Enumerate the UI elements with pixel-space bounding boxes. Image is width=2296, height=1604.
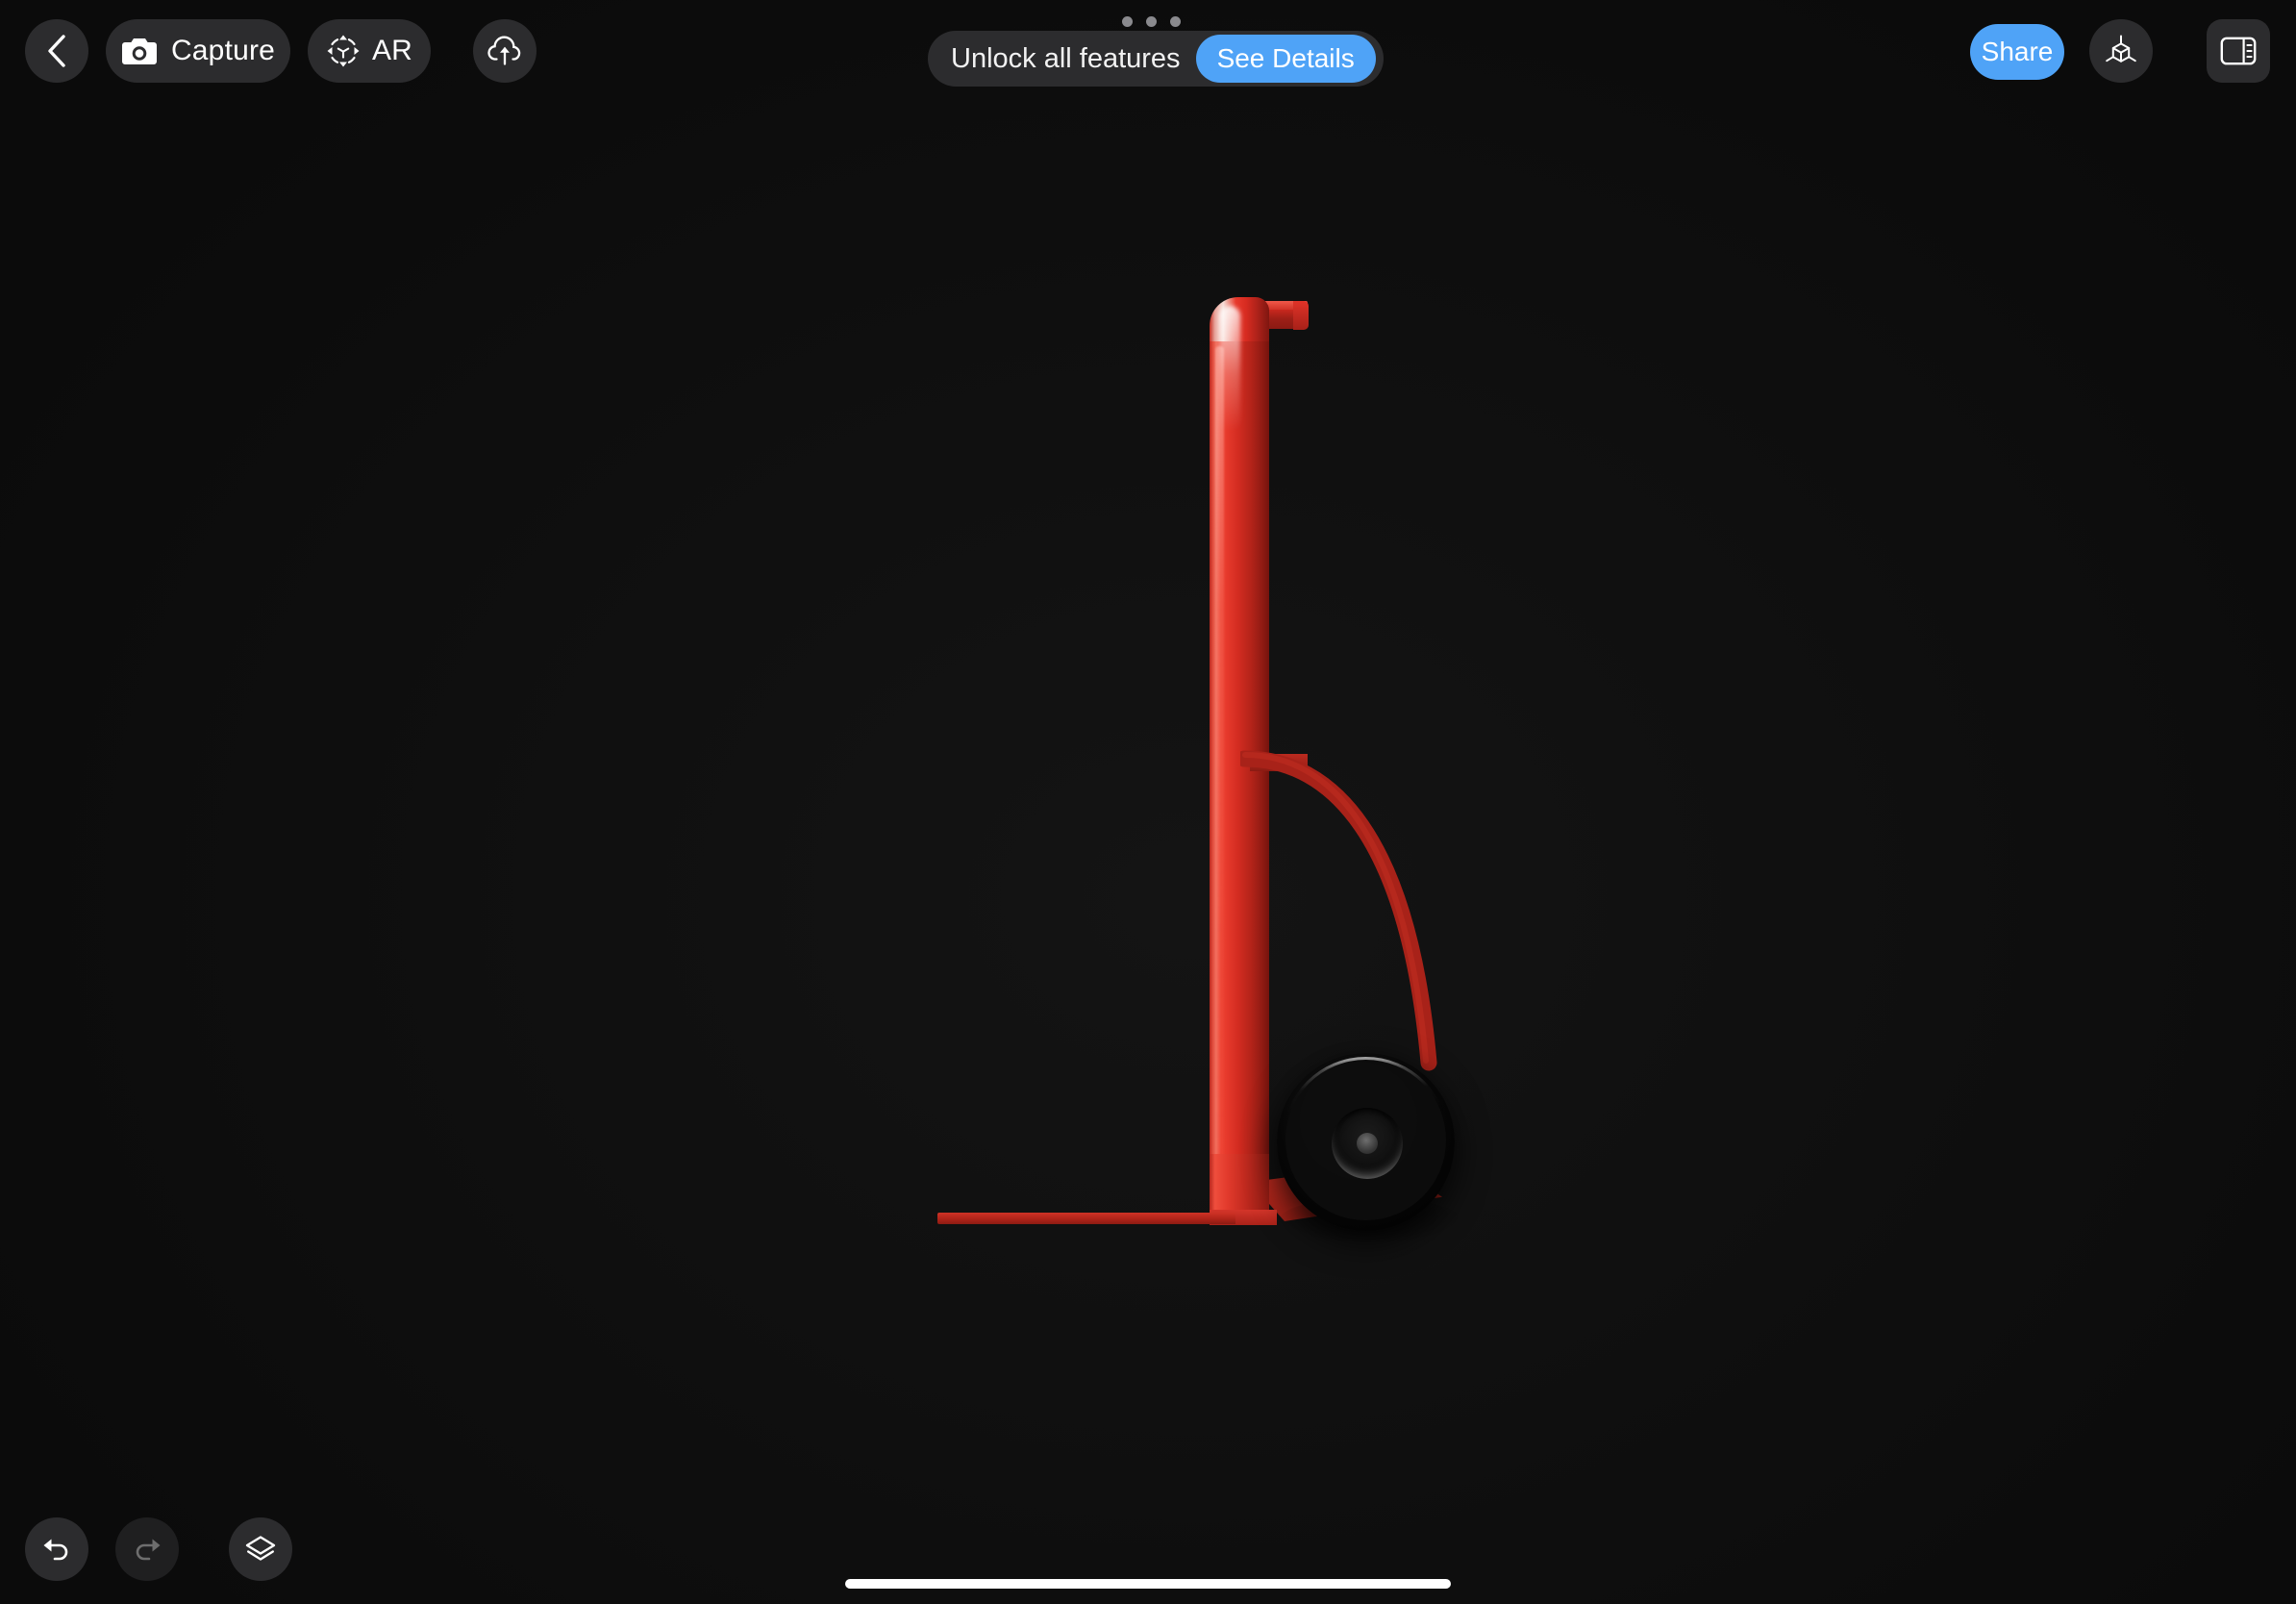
ar-cube-icon	[326, 34, 361, 68]
ar-button-label: AR	[371, 35, 413, 66]
capture-button-label: Capture	[170, 35, 276, 66]
sidebar-panel-icon	[2220, 37, 2257, 65]
capture-button[interactable]: Capture	[106, 19, 290, 83]
undo-button[interactable]	[25, 1517, 88, 1581]
model-toe-plate	[937, 1213, 1235, 1224]
back-button[interactable]	[25, 19, 88, 83]
page-dot-2	[1146, 16, 1157, 27]
layers-stack-icon	[243, 1534, 278, 1565]
share-button[interactable]: Share	[1970, 24, 2064, 80]
app-root: Capture AR Unlock all features See Detai…	[0, 0, 2296, 1604]
ar-button[interactable]: AR	[308, 19, 431, 83]
model-view-button[interactable]	[2089, 19, 2153, 83]
camera-icon	[121, 37, 158, 65]
redo-arrow-icon	[131, 1536, 163, 1563]
undo-arrow-icon	[40, 1536, 73, 1563]
layers-button[interactable]	[229, 1517, 292, 1581]
cloud-upload-icon	[487, 36, 523, 66]
promo-banner[interactable]: Unlock all features See Details	[928, 31, 1384, 87]
page-indicator-dots	[1122, 16, 1181, 27]
home-indicator	[845, 1579, 1451, 1589]
page-dot-1	[1122, 16, 1133, 27]
redo-button[interactable]	[115, 1517, 179, 1581]
model-post-specular-highlight	[1215, 346, 1224, 1207]
hand-truck-model[interactable]	[0, 0, 2296, 1604]
model-viewport[interactable]	[0, 0, 2296, 1604]
panel-toggle-button[interactable]	[2207, 19, 2270, 83]
model-handle-end-cap	[1293, 301, 1309, 330]
model-curved-strut	[1240, 745, 1500, 1077]
chevron-left-icon	[46, 34, 67, 68]
page-dot-3	[1170, 16, 1181, 27]
model-wheel-hub	[1357, 1133, 1378, 1154]
promo-banner-text: Unlock all features	[951, 42, 1181, 74]
model-elbow-gloss-highlight	[1219, 306, 1240, 431]
cube-axes-icon	[2103, 33, 2139, 69]
see-details-button[interactable]: See Details	[1195, 35, 1376, 83]
cloud-upload-button[interactable]	[473, 19, 537, 83]
